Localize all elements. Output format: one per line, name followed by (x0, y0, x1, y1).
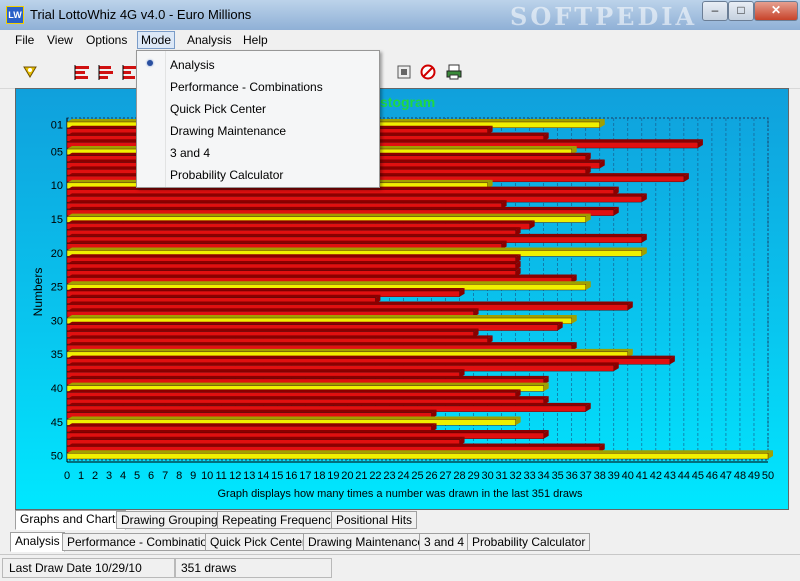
menu-help[interactable]: Help (240, 32, 271, 48)
menu-item-label: Performance - Combinations (170, 80, 323, 94)
histogram-red-2-icon[interactable] (98, 64, 114, 80)
mode-tabs: Analysis Performance - Combinations Quic… (0, 532, 800, 552)
menu-item-label: Quick Pick Center (170, 102, 267, 116)
mode-menu-item-probability[interactable]: Probability Calculator (137, 163, 379, 185)
menu-file[interactable]: File (12, 32, 37, 48)
menu-item-label: Analysis (170, 58, 215, 72)
status-bar: Last Draw Date 10/29/10 351 draws (0, 554, 800, 581)
mode-menu-item-performance[interactable]: Performance - Combinations (137, 75, 379, 97)
app-icon[interactable]: LW (6, 6, 24, 24)
tab-drawing-groupings[interactable]: Drawing Groupings (116, 511, 229, 529)
histogram-red-icon-svg (74, 65, 89, 80)
no-icon[interactable] (420, 64, 436, 80)
lottery-ball-icon-svg (23, 66, 37, 78)
histogram-red-2-icon-svg (98, 65, 113, 80)
close-button[interactable]: ✕ (754, 1, 798, 21)
mode-menu-dropdown: Analysis Performance - Combinations Quic… (136, 50, 380, 188)
no-icon-svg (420, 64, 436, 80)
window-title: Trial LottoWhiz 4G v4.0 - Euro Millions (30, 7, 252, 22)
tab-probability-calculator[interactable]: Probability Calculator (467, 533, 591, 551)
minimize-button[interactable]: – (702, 1, 728, 21)
watermark: SOFTPEDIA (510, 2, 698, 31)
tab-3-and-4[interactable]: 3 and 4 (419, 533, 470, 551)
menu-item-label: Probability Calculator (170, 168, 284, 182)
tab-performance-combinations[interactable]: Performance - Combinations (62, 533, 225, 551)
status-last-draw: Last Draw Date 10/29/10 (2, 558, 176, 578)
mode-menu-item-analysis[interactable]: Analysis (137, 53, 379, 75)
tab-positional-hits[interactable]: Positional Hits (331, 511, 418, 529)
chart-title: stogram (380, 94, 436, 110)
status-draws: 351 draws (174, 558, 332, 578)
menu-view[interactable]: View (44, 32, 76, 48)
tab-drawing-maintenance[interactable]: Drawing Maintenance (303, 533, 430, 551)
menu-mode[interactable]: Mode (137, 31, 176, 49)
chart-tabs: Graphs and Charts Drawing Groupings Repe… (0, 510, 800, 530)
menu-item-label: 3 and 4 (170, 146, 211, 160)
chart-frame (15, 88, 789, 510)
mode-menu-item-quick-pick[interactable]: Quick Pick Center (137, 97, 379, 119)
maximize-button[interactable]: □ (728, 1, 754, 21)
menu-bar: File View Options Mode Analysis Help (0, 30, 800, 50)
lottery-ball-icon[interactable] (22, 64, 38, 80)
tab-repeating-frequency[interactable]: Repeating Frequency (217, 511, 342, 529)
tab-quick-pick-center[interactable]: Quick Pick Center (205, 533, 312, 551)
mode-menu-item-drawing-maintenance[interactable]: Drawing Maintenance (137, 119, 379, 141)
radio-check-icon (147, 60, 153, 66)
title-bar: LW Trial LottoWhiz 4G v4.0 - Euro Millio… (0, 0, 800, 31)
menu-item-label: Drawing Maintenance (170, 124, 287, 138)
print-icon[interactable] (446, 64, 462, 80)
tab-analysis[interactable]: Analysis (10, 532, 65, 552)
menu-analysis[interactable]: Analysis (184, 32, 235, 48)
mode-menu-item-3-and-4[interactable]: 3 and 4 (137, 141, 379, 163)
stop-icon[interactable] (396, 64, 412, 80)
menu-options[interactable]: Options (83, 32, 130, 48)
stop-icon-svg (397, 65, 411, 79)
histogram-red-icon[interactable] (74, 64, 90, 80)
toolbar (0, 50, 800, 89)
print-icon-svg (446, 64, 462, 80)
tab-graphs-and-charts[interactable]: Graphs and Charts (15, 510, 127, 530)
